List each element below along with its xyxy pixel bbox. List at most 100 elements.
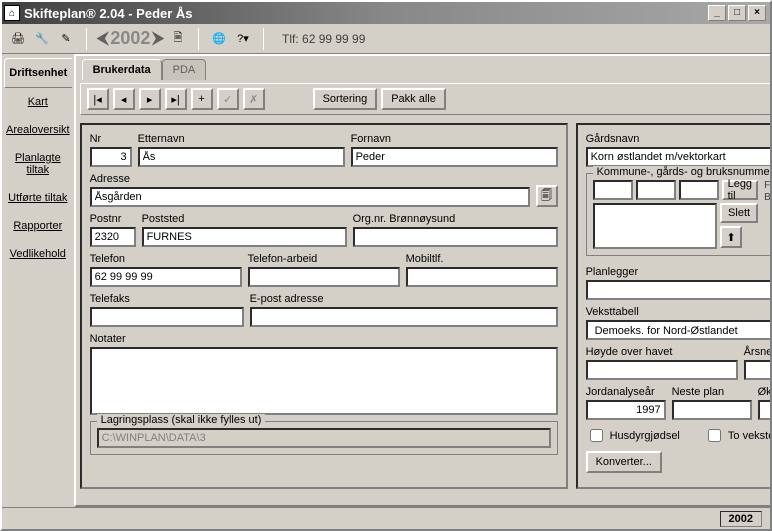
adresse-label: Adresse <box>90 173 530 185</box>
main-toolbar: 🖨 🔧 ✎ ⮜ 2002 ⮞ 🗎 🌐 ?▾ Tlf: 62 99 99 99 <box>2 24 770 54</box>
first-record-button[interactable]: |◂ <box>87 88 109 110</box>
legg-til-button[interactable]: Legg til <box>722 180 758 200</box>
document-icon[interactable]: 🗎 <box>168 28 188 50</box>
tovekster-checkbox[interactable]: To vekster i året <box>704 426 770 445</box>
year-prev-icon[interactable]: ⮜ <box>97 30 108 48</box>
record-toolbar: |◂ ◂ ▸ ▸| + ✓ ✗ Sortering Pakk alle Slet… <box>80 83 770 115</box>
tabstrip: Brukerdata PDA <box>76 56 770 79</box>
poststed-input[interactable] <box>142 227 347 247</box>
copy-icon[interactable]: 🗐 <box>536 185 558 207</box>
edit-icon[interactable]: ✎ <box>56 28 76 50</box>
etternavn-input[interactable] <box>138 147 345 167</box>
separator <box>198 28 199 50</box>
orgnr-input[interactable] <box>353 227 558 247</box>
nr-label: Nr <box>90 133 132 145</box>
right-panel: Gårdsnavn Kommune-, gårds- og bruksnumme… <box>576 123 770 489</box>
telefon-input[interactable] <box>90 267 242 287</box>
print-icon[interactable]: 🖨 <box>8 28 28 50</box>
help-icon[interactable]: ?▾ <box>233 28 253 50</box>
kgb-legend: Kommune-, gårds- og bruksnummer <box>593 166 770 178</box>
telefaks-input[interactable] <box>90 307 244 327</box>
storage-legend: Lagringsplass (skal ikke fylles ut) <box>97 414 266 426</box>
planlegger-select[interactable] <box>586 280 770 300</box>
year-value: 2002 <box>110 28 150 49</box>
pakk-alle-button[interactable]: Pakk alle <box>381 88 446 110</box>
okostatus-label: Økologisk status <box>758 386 770 398</box>
postnr-label: Postnr <box>90 213 136 225</box>
globe-icon[interactable]: 🌐 <box>209 28 229 50</box>
epost-label: E-post adresse <box>250 293 558 305</box>
sidebar-item-arealoversikt[interactable]: Arealoversikt <box>4 116 72 144</box>
telefon-label: Telefon <box>90 253 242 265</box>
veksttabell-label: Veksttabell <box>586 306 770 318</box>
sidebar-item-driftsenhet[interactable]: Driftsenhet <box>4 58 72 88</box>
tab-brukerdata[interactable]: Brukerdata <box>82 59 162 80</box>
veksttabell-select[interactable]: Demoeks. for Nord-Østlandet <box>586 320 770 340</box>
orgnr-label: Org.nr. Brønnøysund <box>353 213 558 225</box>
gards-input[interactable] <box>636 180 676 200</box>
minimize-button[interactable]: _ <box>708 5 726 21</box>
jordanalysar-input[interactable] <box>586 400 666 420</box>
nesteplan-input[interactable] <box>672 400 752 420</box>
sidebar-item-utforte-tiltak[interactable]: Utførte tiltak <box>4 184 72 212</box>
left-panel: Nr Etternavn Fornavn <box>80 123 568 489</box>
okostatus-select[interactable] <box>758 400 770 420</box>
bruks-input[interactable] <box>679 180 719 200</box>
tlf-display: Tlf: 62 99 99 99 <box>282 32 365 46</box>
gardsnavn-input[interactable] <box>586 147 770 167</box>
status-year: 2002 <box>720 511 762 527</box>
tool-icon[interactable]: 🔧 <box>32 28 52 50</box>
separator <box>263 28 264 50</box>
nr-input[interactable] <box>90 147 132 167</box>
husdyr-checkbox[interactable]: Husdyrgjødsel <box>586 426 680 445</box>
add-record-button[interactable]: + <box>191 88 213 110</box>
telefon-arbeid-input[interactable] <box>248 267 400 287</box>
tab-pda[interactable]: PDA <box>162 59 207 80</box>
konverter-button[interactable]: Konverter... <box>586 451 662 473</box>
telefaks-label: Telefaks <box>90 293 244 305</box>
year-next-icon[interactable]: ⮞ <box>152 30 164 48</box>
sidebar-item-vedlikehold[interactable]: Vedlikehold <box>4 240 72 268</box>
arsnedbor-label: Årsnedbør <box>744 346 770 358</box>
nesteplan-label: Neste plan <box>672 386 752 398</box>
jordanalysar-label: Jordanalyseår <box>586 386 666 398</box>
hoyde-label: Høyde over havet <box>586 346 738 358</box>
fornavn-label: Fornavn <box>351 133 558 145</box>
sidebar-item-rapporter[interactable]: Rapporter <box>4 212 72 240</box>
separator <box>86 28 87 50</box>
postnr-input[interactable] <box>90 227 136 247</box>
next-record-button[interactable]: ▸ <box>139 88 161 110</box>
kgb-hint: Første bruk i lista (hovedbruket) vil bl… <box>764 180 770 249</box>
notater-input[interactable] <box>90 347 558 415</box>
epost-input[interactable] <box>250 307 558 327</box>
sidebar: Driftsenhet Kart Arealoversikt Planlagte… <box>2 54 74 507</box>
mobiltlf-label: Mobiltlf. <box>406 253 558 265</box>
slett-button[interactable]: Slett <box>720 203 758 223</box>
sidebar-item-kart[interactable]: Kart <box>4 88 72 116</box>
confirm-button[interactable]: ✓ <box>217 88 239 110</box>
hoyde-input[interactable] <box>586 360 738 380</box>
move-up-icon[interactable]: ⬆ <box>720 226 742 248</box>
window-title: Skifteplan® 2.04 - Peder Ås <box>24 6 706 21</box>
storage-group: Lagringsplass (skal ikke fylles ut) <box>90 421 558 455</box>
notater-label: Notater <box>90 333 558 345</box>
cancel-button[interactable]: ✗ <box>243 88 265 110</box>
kgb-listbox[interactable] <box>593 203 717 249</box>
prev-record-button[interactable]: ◂ <box>113 88 135 110</box>
maximize-button[interactable]: □ <box>728 5 746 21</box>
adresse-input[interactable] <box>90 187 530 207</box>
last-record-button[interactable]: ▸| <box>165 88 187 110</box>
arsnedbor-input[interactable] <box>744 360 770 380</box>
sidebar-item-planlagte-tiltak[interactable]: Planlagte tiltak <box>4 144 72 184</box>
telefon-arbeid-label: Telefon-arbeid <box>248 253 400 265</box>
titlebar: ⌂ Skifteplan® 2.04 - Peder Ås _ □ × <box>2 2 770 24</box>
storage-path <box>97 428 551 448</box>
fornavn-input[interactable] <box>351 147 558 167</box>
app-icon: ⌂ <box>4 5 20 21</box>
year-navigator: ⮜ 2002 ⮞ <box>97 28 164 49</box>
sortering-button[interactable]: Sortering <box>313 88 378 110</box>
poststed-label: Poststed <box>142 213 347 225</box>
kommune-input[interactable] <box>593 180 633 200</box>
mobiltlf-input[interactable] <box>406 267 558 287</box>
close-button[interactable]: × <box>748 5 766 21</box>
